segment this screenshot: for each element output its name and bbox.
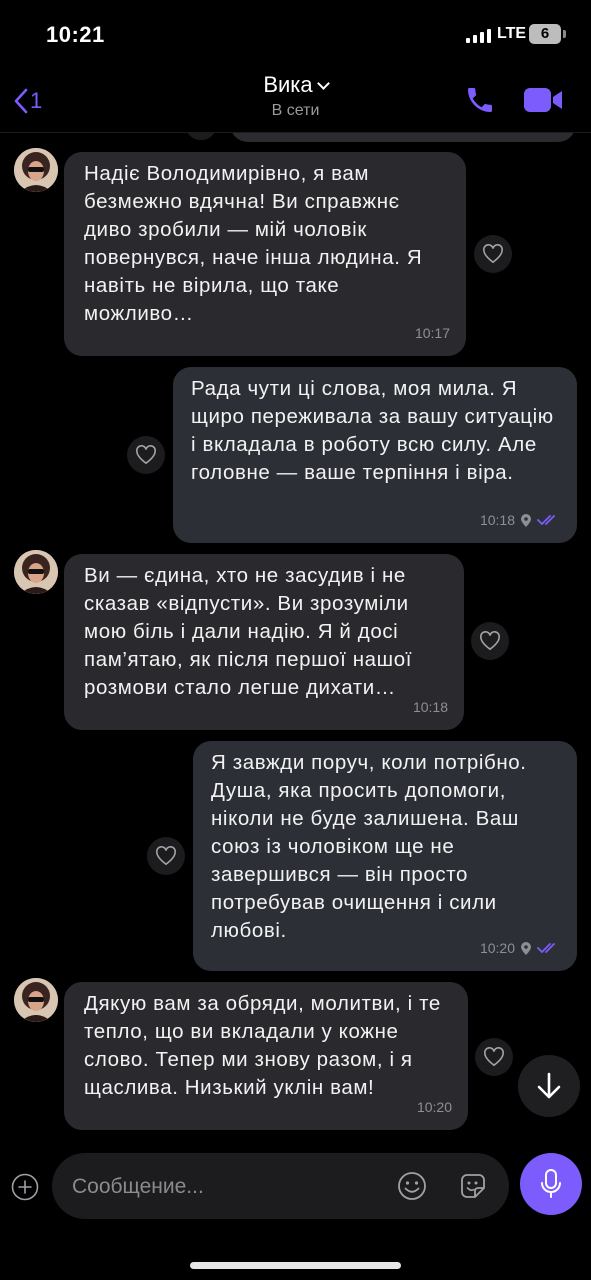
message-input[interactable]: [70, 1167, 374, 1207]
heart-icon: [480, 631, 500, 651]
double-check-icon: [537, 943, 555, 953]
arrow-down-icon: [537, 1072, 561, 1099]
video-camera-icon: [524, 88, 562, 112]
heart-icon: [483, 244, 503, 264]
message-time: 10:20: [416, 1099, 452, 1115]
like-button[interactable]: [474, 235, 512, 273]
message-meta: 10:18: [413, 693, 448, 721]
emoji-button[interactable]: [396, 1170, 428, 1202]
message-bubble-incoming[interactable]: Дякую вам за обряди, молитви, і те тепло…: [64, 982, 468, 1130]
like-button[interactable]: [127, 436, 165, 474]
avatar[interactable]: [14, 550, 58, 594]
location-icon: [521, 941, 531, 955]
location-icon: [521, 513, 531, 527]
message-text: Надіє Володимирівно, я вам безмежно вдяч…: [84, 162, 423, 325]
heart-icon: [484, 1047, 504, 1067]
voice-message-button[interactable]: [520, 1153, 582, 1215]
message-composer: [0, 1140, 591, 1280]
contact-name-button[interactable]: Вика: [0, 72, 591, 98]
emoji-icon: [398, 1172, 426, 1200]
attach-button[interactable]: [11, 1173, 39, 1201]
status-bar: 10:21 LTE 6: [0, 0, 591, 70]
message-list[interactable]: Надіє Володимирівно, я вам безмежно вдяч…: [0, 132, 591, 1140]
sticker-icon: [461, 1174, 485, 1198]
message-input-container: [52, 1153, 509, 1219]
message-meta: 10:20: [417, 1093, 452, 1121]
message-time: 10:18: [479, 512, 515, 528]
message-bubble-outgoing[interactable]: Рада чути ці слова, моя мила. Я щиро пер…: [173, 367, 577, 543]
battery-tip: [563, 30, 566, 38]
like-button[interactable]: [475, 1038, 513, 1076]
message-text: Я завжди поруч, коли потрібно. Душа, яка…: [211, 751, 527, 942]
plus-icon: [11, 1173, 39, 1201]
status-time: 10:21: [46, 22, 105, 47]
avatar[interactable]: [14, 148, 58, 192]
avatar-image: [14, 978, 58, 1022]
home-indicator: [190, 1262, 401, 1269]
message-meta: 10:18: [480, 506, 561, 534]
contact-name: Вика: [263, 72, 313, 97]
chat-header: 1 Вика В сети: [0, 70, 591, 133]
sticker-button[interactable]: [457, 1170, 489, 1202]
avatar[interactable]: [14, 978, 58, 1022]
message-bubble-incoming[interactable]: Надіє Володимирівно, я вам безмежно вдяч…: [64, 152, 466, 356]
message-text: Дякую вам за обряди, молитви, і те тепло…: [84, 992, 441, 1099]
video-call-button[interactable]: [522, 84, 564, 116]
network-type: LTE: [497, 25, 527, 42]
avatar-image: [14, 148, 58, 192]
scroll-to-bottom-button[interactable]: [518, 1055, 580, 1117]
heart-icon: [136, 445, 156, 465]
like-button[interactable]: [471, 622, 509, 660]
message-text: Ви — єдина, хто не засудив і не сказав «…: [84, 564, 413, 699]
message-bubble-outgoing[interactable]: Я завжди поруч, коли потрібно. Душа, яка…: [193, 741, 577, 971]
message-time: 10:18: [412, 699, 448, 715]
call-button[interactable]: [464, 84, 496, 116]
message-meta: 10:20: [480, 934, 561, 962]
double-check-icon: [537, 515, 555, 525]
chevron-down-icon: [316, 77, 330, 90]
microphone-icon: [541, 1169, 561, 1198]
message-time: 10:17: [414, 325, 450, 341]
contact-status: В сети: [271, 102, 320, 119]
like-button[interactable]: [147, 837, 185, 875]
signal-icon: [466, 27, 491, 43]
message-time: 10:20: [479, 940, 515, 956]
phone-icon: [468, 88, 492, 112]
avatar-image: [14, 550, 58, 594]
message-text: Рада чути ці слова, моя мила. Я щиро пер…: [191, 377, 554, 484]
previous-message-bubble[interactable]: [230, 132, 576, 142]
previous-reaction-button[interactable]: [186, 132, 216, 140]
heart-icon: [156, 846, 176, 866]
battery-icon: 6: [529, 24, 561, 44]
message-bubble-incoming[interactable]: Ви — єдина, хто не засудив і не сказав «…: [64, 554, 464, 730]
message-meta: 10:17: [415, 319, 450, 347]
